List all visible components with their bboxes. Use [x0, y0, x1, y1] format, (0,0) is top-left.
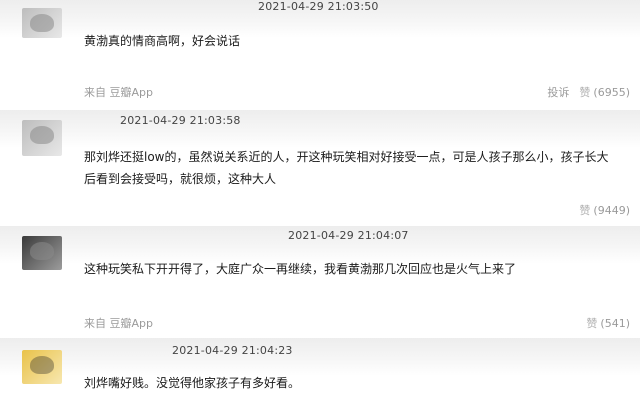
- comment-4: 2021-04-29 21:04:23 刘烨嘴好贱。没觉得他家孩子有多好看。: [0, 338, 640, 410]
- thumbs-up-icon: 赞: [586, 317, 598, 330]
- comment-text: 刘烨嘴好贱。没觉得他家孩子有多好看。: [84, 376, 301, 390]
- comment-source[interactable]: 来自 豆瓣App: [84, 315, 153, 331]
- timestamp: 2021-04-29 21:03:58: [120, 114, 241, 127]
- comment-source[interactable]: 来自 豆瓣App: [84, 84, 153, 100]
- like-count: (541): [600, 316, 630, 330]
- comment-3: 2021-04-29 21:04:07 这种玩笑私下开开得了，大庭广众一再继续，…: [0, 226, 640, 331]
- comment-text: 这种玩笑私下开开得了，大庭广众一再继续，我看黄渤那几次回应也是火气上来了: [84, 262, 517, 276]
- comment-actions: 投诉 赞 (6955): [547, 84, 630, 100]
- timestamp: 2021-04-29 21:04:07: [288, 229, 409, 242]
- thumbs-up-icon: 赞: [579, 86, 591, 99]
- timestamp: 2021-04-29 21:04:23: [172, 344, 293, 357]
- comment-text: 黄渤真的情商高啊，好会说话: [84, 34, 241, 48]
- like-button[interactable]: 赞 (6955): [579, 84, 630, 100]
- avatar[interactable]: [22, 8, 62, 38]
- comment-2: 2021-04-29 21:03:58 那刘烨还挺low的，虽然说关系近的人，开…: [0, 110, 640, 218]
- like-button[interactable]: 赞 (9449): [579, 202, 630, 218]
- avatar[interactable]: [22, 350, 62, 384]
- like-count: (6955): [593, 85, 630, 99]
- timestamp: 2021-04-29 21:03:50: [258, 0, 379, 13]
- comment-text: 那刘烨还挺low的，虽然说关系近的人，开这种玩笑相对好接受一点，可是人孩子那么小…: [84, 150, 609, 186]
- like-button[interactable]: 赞 (541): [586, 315, 630, 331]
- like-count: (9449): [593, 203, 630, 217]
- comment-actions: 赞 (541): [586, 315, 630, 331]
- thumbs-up-icon: 赞: [579, 204, 591, 217]
- avatar[interactable]: [22, 236, 62, 270]
- comment-header-band: [0, 110, 640, 148]
- comment-1: 2021-04-29 21:03:50 黄渤真的情商高啊，好会说话 来自 豆瓣A…: [0, 0, 640, 105]
- comment-actions: 赞 (9449): [579, 202, 630, 218]
- report-button[interactable]: 投诉: [547, 84, 569, 100]
- avatar[interactable]: [22, 120, 62, 156]
- comment-header-band: [0, 338, 640, 376]
